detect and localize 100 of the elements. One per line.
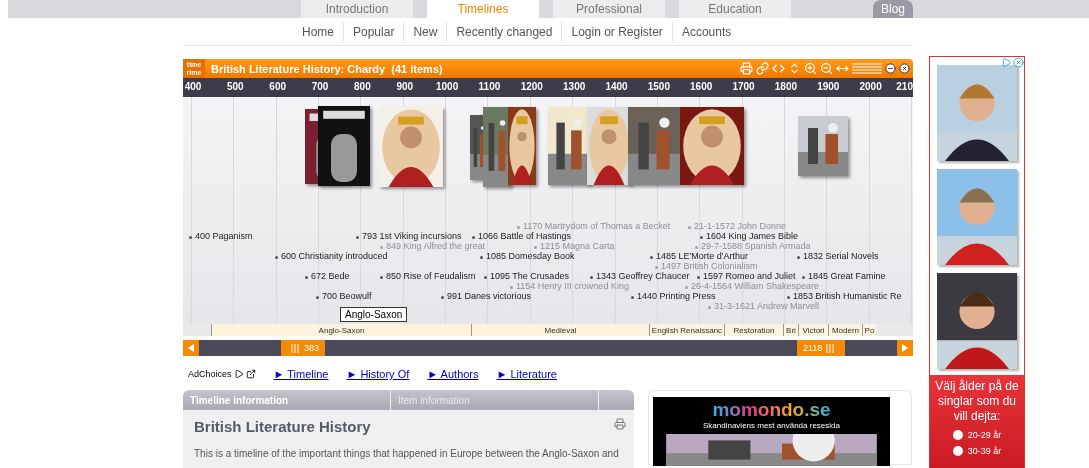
- year-label: 700: [311, 81, 329, 92]
- play-icon[interactable]: [233, 369, 244, 379]
- year-label: 1400: [605, 81, 628, 92]
- era-band[interactable]: Po: [862, 324, 876, 336]
- event-label[interactable]: 672 Bede: [311, 271, 350, 281]
- event-label[interactable]: 991 Danes victorious: [447, 291, 532, 301]
- event-label[interactable]: 1845 Great Famine: [808, 271, 886, 281]
- event-dot: [480, 256, 483, 259]
- year-label: 1100: [478, 81, 501, 92]
- event-dot: [631, 296, 634, 299]
- event-label[interactable]: 400 Paganism: [195, 231, 253, 241]
- site-tab[interactable]: Professional: [553, 0, 665, 18]
- year-label: 1500: [647, 81, 670, 92]
- year-label: 1000: [435, 81, 459, 92]
- event-label[interactable]: 1597 Romeo and Juliet: [703, 271, 796, 281]
- ad-prompt: Välj ålder på de singlar som du vill dejta:: [934, 379, 1020, 424]
- era-band[interactable]: Anglo-Saxon: [211, 324, 471, 336]
- event-dot: [802, 276, 805, 279]
- external-link-icon[interactable]: [245, 369, 256, 379]
- event-dot: [510, 286, 513, 289]
- event-dot: [484, 276, 487, 279]
- event-label[interactable]: 1440 Printing Press: [637, 291, 716, 301]
- era-band[interactable]: English Renaissanc: [649, 324, 724, 336]
- nav-link[interactable]: Home: [293, 21, 343, 42]
- era-band[interactable]: Modern: [828, 324, 862, 336]
- ad-link[interactable]: ► History Of: [346, 368, 410, 380]
- event-dot: [380, 246, 383, 249]
- link-icon[interactable]: [756, 62, 769, 75]
- print-icon[interactable]: [614, 418, 626, 430]
- ad-tagline: Skandinaviens mest använda resesida: [703, 421, 840, 430]
- tooltip: Anglo-Saxon: [340, 307, 408, 322]
- event-dot: [305, 276, 308, 279]
- year-label: 1300: [563, 81, 586, 92]
- event-dot: [650, 256, 653, 259]
- event-dot: [695, 246, 698, 249]
- year-label: 800: [354, 81, 371, 92]
- era-band[interactable]: Restoration: [724, 324, 783, 336]
- adchoices-label[interactable]: AdChoices: [188, 369, 232, 379]
- event-label[interactable]: 1066 Battle of Hastings: [478, 231, 572, 241]
- print-icon[interactable]: [740, 62, 753, 75]
- event-dot: [697, 276, 700, 279]
- event-dot: [700, 236, 703, 239]
- ad-link[interactable]: ► Literature: [496, 368, 557, 380]
- option-label: 20-29 år: [967, 430, 1002, 440]
- year-label: 1700: [732, 81, 755, 92]
- era-band[interactable]: Victori: [798, 324, 828, 336]
- event-dot: [685, 286, 688, 289]
- year-label: 1800: [774, 81, 797, 92]
- year-label: 1600: [690, 81, 713, 92]
- event-dot: [472, 236, 475, 239]
- event-label[interactable]: 1085 Domesday Book: [486, 251, 575, 261]
- scroll-left-button[interactable]: [183, 340, 199, 356]
- close-icon[interactable]: [899, 63, 910, 74]
- event-label[interactable]: 1343 Geoffrey Chaucer: [596, 271, 690, 281]
- nav-link[interactable]: Popular: [343, 21, 404, 42]
- age-option[interactable]: 20-29 år: [952, 430, 1002, 440]
- nav-link[interactable]: Recently changed: [446, 21, 562, 42]
- event-dot: [787, 296, 790, 299]
- zoom-out-icon[interactable]: [820, 62, 833, 75]
- ad-link[interactable]: ► Authors: [427, 368, 479, 380]
- nav-link[interactable]: New: [403, 21, 447, 42]
- event-label[interactable]: 1604 King James Bible: [706, 231, 799, 241]
- event-label[interactable]: 1853 British Humanistic Re: [793, 291, 902, 301]
- scroll-right-button[interactable]: [897, 340, 913, 356]
- event-label[interactable]: 600 Christianity introduced: [281, 251, 388, 261]
- event-label[interactable]: 1832 Serial Novels: [803, 251, 879, 261]
- timeline-title: British Literature History: Chardy (41 items): [211, 62, 443, 75]
- event-dot: [441, 296, 444, 299]
- age-option[interactable]: 30-39 år: [952, 446, 1002, 456]
- up-down-icon[interactable]: [788, 62, 801, 75]
- nav-link[interactable]: Login or Register: [561, 21, 672, 42]
- left-arrow-icon: [188, 344, 194, 352]
- nav-link[interactable]: Accounts: [671, 21, 741, 42]
- radio-button[interactable]: [952, 430, 963, 440]
- era-band[interactable]: Medieval: [471, 324, 649, 336]
- event-label[interactable]: 700 Beowulf: [322, 291, 372, 301]
- event-label[interactable]: 793 1st Viking incursions: [362, 231, 462, 241]
- code-icon[interactable]: [772, 62, 785, 75]
- event-dot: [534, 246, 537, 249]
- minimize-icon[interactable]: [885, 63, 896, 74]
- event-dot: [356, 236, 359, 239]
- year-label: 1900: [817, 81, 840, 92]
- year-label: 210: [896, 81, 913, 92]
- ad-banner[interactable]: momondo.se Skandinaviens mest använda resesida: [653, 397, 890, 466]
- event-dot: [590, 276, 593, 279]
- event-label[interactable]: 1485 LE'Morte d'Arthur: [656, 251, 748, 261]
- era-band[interactable]: Bri: [783, 324, 798, 336]
- event-dot: [380, 276, 383, 279]
- event-dot: [708, 306, 711, 309]
- adchoices-icon[interactable]: [1001, 57, 1012, 68]
- site-tab[interactable]: Introduction: [301, 0, 413, 18]
- grip-icon: [826, 343, 836, 353]
- event-dot: [688, 226, 691, 229]
- radio-button[interactable]: [952, 446, 963, 456]
- event-label[interactable]: 850 Rise of Feudalism: [386, 271, 476, 281]
- site-tab[interactable]: Education: [679, 0, 791, 18]
- ad-link[interactable]: ► Timeline: [273, 368, 329, 380]
- zoom-in-icon[interactable]: [804, 62, 817, 75]
- event-label[interactable]: 1095 The Crusades: [490, 271, 569, 281]
- right-arrow-icon: [902, 344, 908, 352]
